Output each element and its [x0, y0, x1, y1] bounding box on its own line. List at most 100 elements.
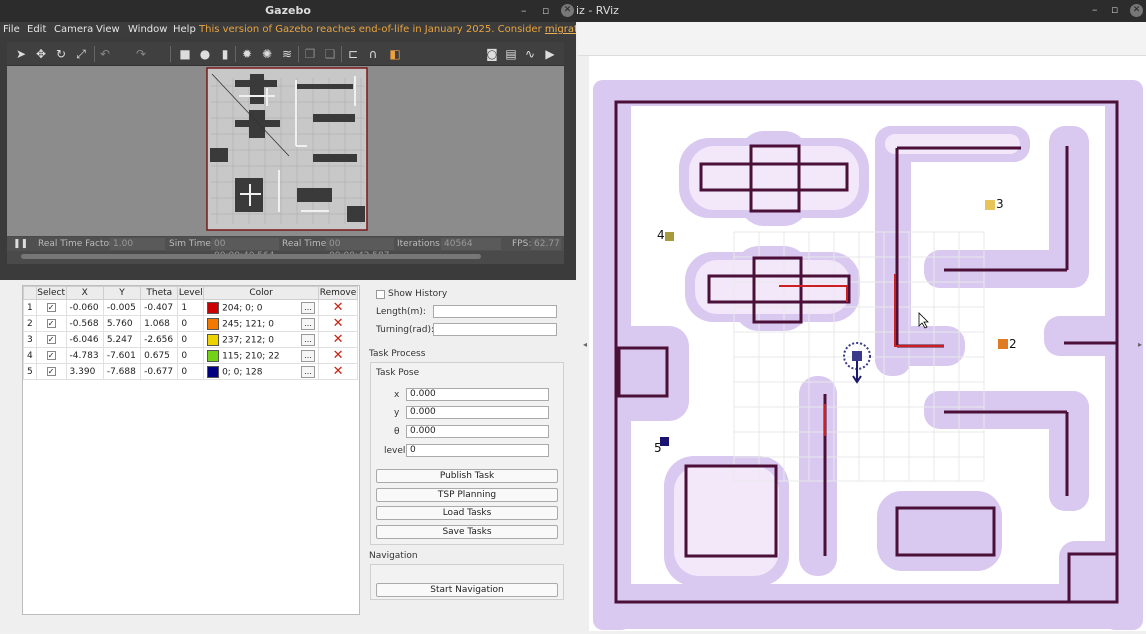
align-icon[interactable]: ⊏: [345, 46, 361, 62]
y-cell[interactable]: -7.688: [102, 363, 142, 380]
color-picker-button[interactable]: ...: [301, 333, 316, 346]
undo-icon[interactable]: ↶: [97, 46, 113, 62]
task-row[interactable]: 2 ✓ -0.568 5.760 1.068 0 245; 121; 0... ✕: [23, 315, 358, 332]
remove-task-icon[interactable]: ✕: [318, 299, 358, 316]
select-cell[interactable]: ✓: [35, 299, 67, 316]
select-checkbox[interactable]: ✓: [46, 334, 56, 344]
task-row[interactable]: 4 ✓ -4.783 -7.601 0.675 0 115; 210; 22... ✕: [23, 347, 358, 364]
migration-link[interactable]: migrating to the new Ga: [545, 24, 576, 35]
translate-icon[interactable]: ✥: [33, 46, 49, 62]
x-cell[interactable]: -6.046: [65, 331, 104, 348]
x-cell[interactable]: -0.568: [65, 315, 104, 332]
menu-edit[interactable]: Edit: [27, 24, 46, 35]
snap-icon[interactable]: ∩: [365, 46, 381, 62]
y-cell[interactable]: -0.005: [102, 299, 142, 316]
point-light-icon[interactable]: ✹: [239, 46, 255, 62]
task-marker-3[interactable]: 3: [985, 197, 1004, 211]
select-cell[interactable]: ✓: [35, 347, 67, 364]
y-field[interactable]: 0.000: [406, 406, 549, 419]
publish-task-button[interactable]: Publish Task: [376, 469, 558, 483]
collapse-right-icon[interactable]: ▸: [1138, 340, 1142, 349]
turning-field[interactable]: [433, 323, 557, 336]
scale-icon[interactable]: ⤢: [73, 46, 89, 62]
menu-camera[interactable]: Camera: [54, 24, 93, 35]
level-cell[interactable]: 0: [177, 315, 205, 332]
x-cell[interactable]: 3.390: [65, 363, 104, 380]
gazebo-3d-viewport[interactable]: [7, 66, 564, 236]
task-row[interactable]: 5 ✓ 3.390 -7.688 -0.677 0 0; 0; 128... ✕: [23, 363, 358, 380]
menu-view[interactable]: View: [96, 24, 120, 35]
color-picker-button[interactable]: ...: [301, 365, 316, 378]
save-tasks-button[interactable]: Save Tasks: [376, 525, 558, 539]
col-select[interactable]: Select: [35, 286, 67, 300]
col-level[interactable]: Level: [177, 286, 205, 300]
level-cell[interactable]: 1: [177, 299, 205, 316]
menu-window[interactable]: Window: [128, 24, 167, 35]
col-theta[interactable]: Theta: [140, 286, 179, 300]
show-history-checkbox[interactable]: [376, 290, 385, 299]
plot-icon[interactable]: ∿: [522, 46, 538, 62]
theta-field[interactable]: 0.000: [406, 425, 549, 438]
load-tasks-button[interactable]: Load Tasks: [376, 506, 558, 520]
col-y[interactable]: Y: [102, 286, 142, 300]
menu-help[interactable]: Help: [173, 24, 196, 35]
task-marker-2[interactable]: 2: [998, 337, 1017, 351]
color-picker-button[interactable]: ...: [301, 349, 316, 362]
length-field[interactable]: [433, 305, 557, 318]
color-cell[interactable]: 0; 0; 128...: [203, 363, 320, 380]
task-marker-4[interactable]: 4: [657, 228, 675, 243]
color-cell[interactable]: 115; 210; 22...: [203, 347, 320, 364]
log-icon[interactable]: ▤: [503, 46, 519, 62]
task-row[interactable]: 3 ✓ -6.046 5.247 -2.656 0 237; 212; 0... ✕: [23, 331, 358, 348]
select-checkbox[interactable]: ✓: [46, 350, 56, 360]
y-cell[interactable]: 5.760: [102, 315, 142, 332]
y-cell[interactable]: -7.601: [102, 347, 142, 364]
theta-cell[interactable]: -0.677: [140, 363, 179, 380]
copy-icon[interactable]: ❐: [302, 46, 318, 62]
task-row[interactable]: 1 ✓ -0.060 -0.005 -0.407 1 204; 0; 0... ✕: [23, 299, 358, 316]
level-field[interactable]: 0: [406, 444, 549, 457]
level-cell[interactable]: 0: [177, 363, 205, 380]
gazebo-close-button[interactable]: ✕: [561, 4, 574, 17]
select-cell[interactable]: ✓: [35, 331, 67, 348]
paste-icon[interactable]: ❏: [322, 46, 338, 62]
col-color[interactable]: Color: [203, 286, 320, 300]
remove-task-icon[interactable]: ✕: [318, 363, 358, 380]
color-picker-button[interactable]: ...: [301, 317, 316, 330]
select-cell[interactable]: ✓: [35, 315, 67, 332]
tsp-planning-button[interactable]: TSP Planning: [376, 488, 558, 502]
col-remove[interactable]: Remove: [318, 286, 358, 300]
level-cell[interactable]: 0: [177, 331, 205, 348]
redo-icon[interactable]: ↷: [133, 46, 149, 62]
video-record-icon[interactable]: ▶: [542, 46, 558, 62]
select-checkbox[interactable]: ✓: [46, 302, 56, 312]
y-cell[interactable]: 5.247: [102, 331, 142, 348]
spot-light-icon[interactable]: ✺: [259, 46, 275, 62]
theta-cell[interactable]: -0.407: [140, 299, 179, 316]
level-cell[interactable]: 0: [177, 347, 205, 364]
directional-light-icon[interactable]: ≋: [279, 46, 295, 62]
x-cell[interactable]: -0.060: [65, 299, 104, 316]
remove-task-icon[interactable]: ✕: [318, 315, 358, 332]
start-navigation-button[interactable]: Start Navigation: [376, 583, 558, 597]
color-cell[interactable]: 245; 121; 0...: [203, 315, 320, 332]
gazebo-maximize-button[interactable]: ▫: [542, 4, 549, 17]
screenshot-icon[interactable]: ◙: [484, 46, 500, 62]
color-cell[interactable]: 204; 0; 0...: [203, 299, 320, 316]
color-cell[interactable]: 237; 212; 0...: [203, 331, 320, 348]
menu-file[interactable]: File: [3, 24, 20, 35]
gazebo-horizontal-scrollbar[interactable]: [21, 254, 481, 259]
theta-cell[interactable]: 1.068: [140, 315, 179, 332]
rotate-icon[interactable]: ↻: [53, 46, 69, 62]
rviz-maximize-button[interactable]: ▫: [1111, 3, 1118, 16]
select-checkbox[interactable]: ✓: [46, 366, 56, 376]
select-cell[interactable]: ✓: [35, 363, 67, 380]
x-cell[interactable]: -4.783: [65, 347, 104, 364]
pause-icon[interactable]: ❚❚: [13, 239, 28, 249]
x-field[interactable]: 0.000: [406, 388, 549, 401]
col-x[interactable]: X: [65, 286, 104, 300]
cylinder-shape-icon[interactable]: ▮: [217, 46, 233, 62]
remove-task-icon[interactable]: ✕: [318, 347, 358, 364]
gazebo-minimize-button[interactable]: –: [521, 4, 527, 17]
sphere-shape-icon[interactable]: ●: [197, 46, 213, 62]
